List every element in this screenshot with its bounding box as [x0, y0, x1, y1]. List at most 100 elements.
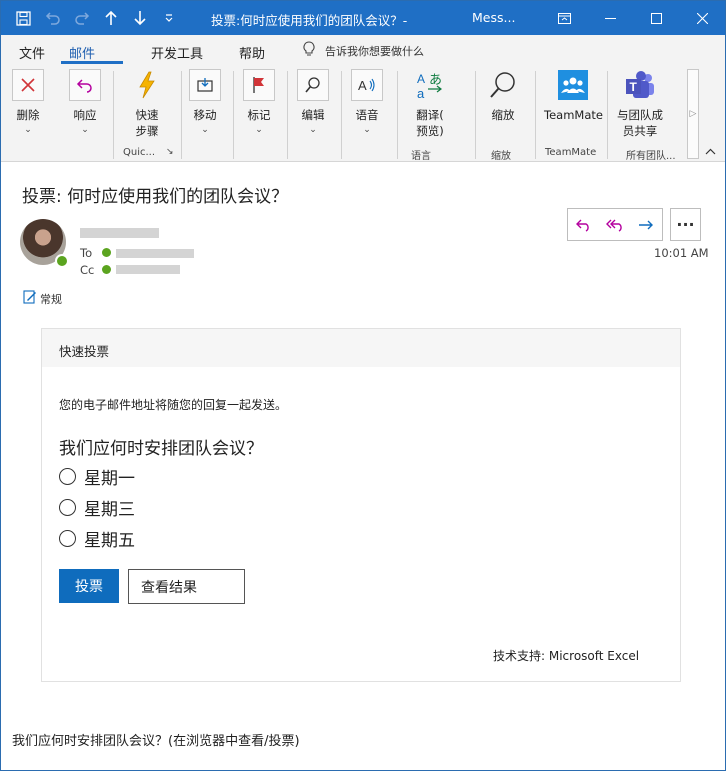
- view-results-button[interactable]: 查看结果: [128, 569, 245, 604]
- svg-text:A: A: [358, 78, 367, 93]
- powered-by-text: 技术支持: Microsoft Excel: [493, 649, 640, 663]
- tab-file[interactable]: 文件: [19, 43, 45, 62]
- flag-icon: [243, 69, 275, 101]
- share-to-teams-button[interactable]: T 与团队成 员共享: [617, 69, 663, 139]
- sender-name-redacted: [80, 228, 159, 238]
- dialog-launcher-icon[interactable]: ↘: [166, 147, 174, 157]
- zoom-icon: [487, 69, 519, 101]
- card-title: 快速投票: [59, 344, 110, 359]
- cc-label: Cc: [80, 263, 95, 277]
- reply-all-button[interactable]: [599, 209, 630, 240]
- more-actions-button[interactable]: ···: [670, 208, 701, 241]
- active-tab-indicator: [61, 61, 123, 64]
- ribbon-separator: [181, 71, 182, 159]
- zoom-group-label: 缩放: [491, 151, 511, 162]
- move-icon: [189, 69, 221, 101]
- poll-option-friday[interactable]: 星期五: [59, 526, 135, 551]
- radio-button[interactable]: [59, 499, 76, 516]
- card-header: 快速投票: [42, 329, 680, 367]
- quick-steps-label: 快速 步骤: [135, 108, 159, 138]
- ribbon-scroll-right-button[interactable]: ▷: [687, 69, 699, 159]
- collapse-ribbon-icon[interactable]: [705, 147, 716, 158]
- language-group-label: 语言: [411, 151, 431, 162]
- delete-icon: [12, 69, 44, 101]
- next-item-icon[interactable]: [125, 7, 154, 29]
- quick-steps-button[interactable]: 快速 步骤: [131, 69, 163, 139]
- ribbon-separator: [475, 71, 476, 159]
- app-name: Mess...: [472, 10, 516, 25]
- translate-icon: Aあa: [414, 69, 446, 101]
- quick-poll-card: 快速投票 您的电子邮件地址将随您的回复一起发送。 我们应何时安排团队会议？ 星期…: [41, 328, 681, 682]
- ribbon-separator: [113, 71, 114, 159]
- tab-message[interactable]: 邮件: [69, 43, 95, 62]
- reply-button[interactable]: [568, 209, 599, 240]
- undo-icon[interactable]: [38, 7, 67, 29]
- customize-toolbar-icon[interactable]: [154, 7, 183, 29]
- minimize-icon[interactable]: [587, 1, 633, 35]
- close-icon[interactable]: [679, 1, 725, 35]
- sensitivity-icon: [23, 290, 37, 307]
- ribbon: 删除 ⌄ 响应 ⌄ 快速 步骤 Quic... ↘ 移动 ⌄ 标记 ⌄ 编辑 ⌄…: [1, 65, 725, 162]
- svg-text:a: a: [417, 86, 425, 100]
- email-disclosure-note: 您的电子邮件地址将随您的回复一起发送。: [59, 398, 288, 412]
- radio-button[interactable]: [59, 468, 76, 485]
- lightbulb-icon: [303, 41, 315, 60]
- cc-recipient-redacted[interactable]: [116, 265, 180, 274]
- save-icon[interactable]: [9, 7, 38, 29]
- chevron-down-icon: ⌄: [255, 125, 263, 135]
- quick-steps-group-label: Quic...: [123, 147, 156, 158]
- teammate-group-label: TeamMate: [545, 147, 597, 158]
- chevron-down-icon: ⌄: [201, 125, 209, 135]
- view-in-browser-link[interactable]: 我们应何时安排团队会议？(在浏览器中查看/投票): [12, 730, 300, 749]
- svg-text:A: A: [417, 72, 425, 86]
- tell-me-search[interactable]: 告诉我你想要做什么: [303, 41, 424, 60]
- to-recipient-redacted[interactable]: [116, 249, 194, 258]
- chevron-down-icon: ⌄: [363, 125, 371, 135]
- tab-help[interactable]: 帮助: [239, 43, 265, 62]
- ribbon-display-options-icon[interactable]: [541, 1, 587, 35]
- tab-developer[interactable]: 开发工具: [151, 43, 203, 62]
- all-teams-group-label: 所有团队...: [626, 151, 676, 162]
- read-aloud-icon: A: [351, 69, 383, 101]
- editing-label: 编辑: [301, 108, 325, 122]
- ribbon-separator: [607, 71, 608, 159]
- translate-button[interactable]: Aあa 翻译(预览): [414, 69, 446, 139]
- share-to-teams-label: 与团队成 员共享: [617, 108, 663, 138]
- outlook-message-window: 投票:何时应使用我们的团队会议？- Mess... 文件 邮件 开发工具 帮助 …: [0, 0, 726, 771]
- move-button[interactable]: 移动 ⌄: [189, 69, 221, 135]
- editing-button[interactable]: 编辑 ⌄: [297, 69, 329, 135]
- redo-icon[interactable]: [67, 7, 96, 29]
- message-time: 10:01 AM: [654, 246, 709, 260]
- speech-button[interactable]: A 语音 ⌄: [351, 69, 383, 135]
- to-label: To: [80, 246, 93, 260]
- zoom-label: 缩放: [491, 108, 515, 122]
- message-subject: 投票: 何时应使用我们的团队会议？: [22, 187, 289, 207]
- maximize-icon[interactable]: [633, 1, 679, 35]
- chevron-down-icon: ⌄: [24, 125, 32, 135]
- previous-item-icon[interactable]: [96, 7, 125, 29]
- tags-button[interactable]: 标记 ⌄: [243, 69, 275, 135]
- presence-available-icon: [102, 265, 111, 274]
- reply-actions: [567, 208, 663, 241]
- vote-button[interactable]: 投票: [59, 569, 119, 603]
- quick-access-toolbar: [9, 7, 183, 29]
- radio-button[interactable]: [59, 530, 76, 547]
- teammate-icon: [557, 69, 589, 101]
- forward-button[interactable]: [631, 209, 662, 240]
- translate-label: 翻译(预览): [416, 108, 444, 138]
- presence-available-icon: [102, 248, 111, 257]
- ribbon-separator: [287, 71, 288, 159]
- title-bar: 投票:何时应使用我们的团队会议？- Mess...: [1, 1, 725, 35]
- zoom-button[interactable]: 缩放: [487, 69, 519, 123]
- poll-option-wednesday[interactable]: 星期三: [59, 495, 135, 520]
- respond-button[interactable]: 响应 ⌄: [69, 69, 101, 135]
- sensitivity-label[interactable]: 常规: [23, 290, 62, 307]
- teammate-button[interactable]: TeamMate: [544, 69, 603, 123]
- ribbon-separator: [341, 71, 342, 159]
- speech-label: 语音: [355, 108, 379, 122]
- delete-button[interactable]: 删除 ⌄: [12, 69, 44, 135]
- poll-option-monday[interactable]: 星期一: [59, 464, 135, 489]
- window-title: 投票:何时应使用我们的团队会议？-: [211, 13, 408, 28]
- menu-bar: 文件 邮件 开发工具 帮助 告诉我你想要做什么: [1, 35, 725, 65]
- chevron-down-icon: ⌄: [81, 125, 89, 135]
